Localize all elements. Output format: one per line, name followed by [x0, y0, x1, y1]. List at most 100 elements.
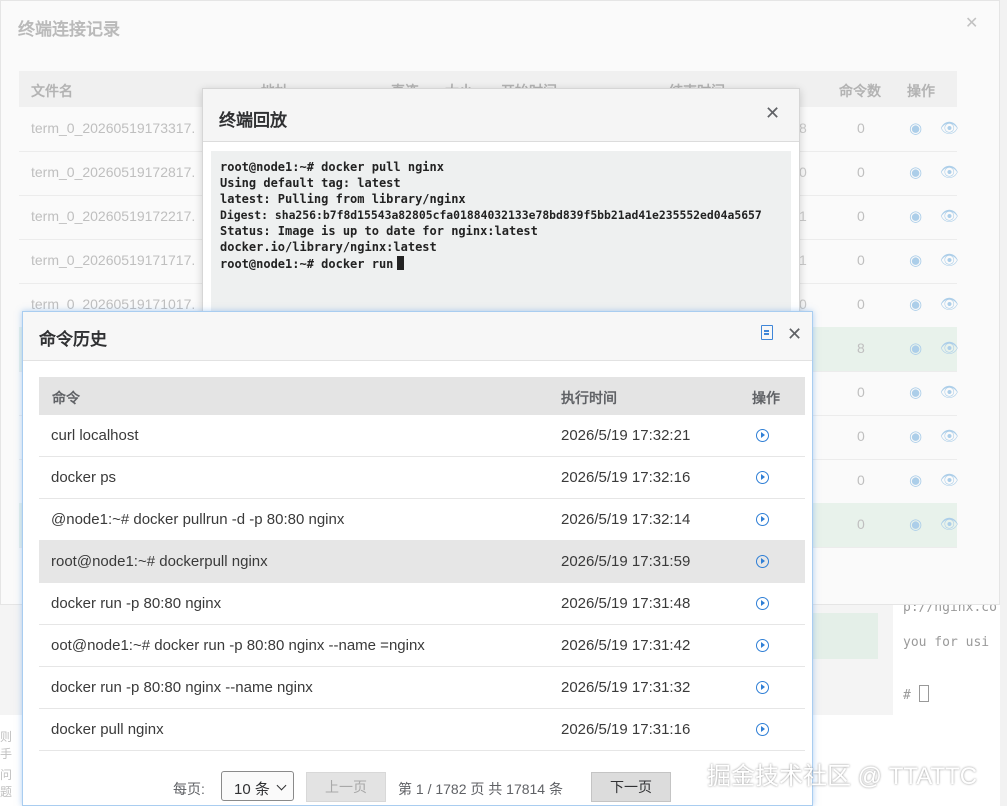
eye-icon[interactable]: 👁	[940, 251, 959, 269]
table-row[interactable]: oot@node1:~# docker run -p 80:80 nginx -…	[39, 625, 805, 667]
execution-time: 2026/5/19 17:31:48	[561, 595, 691, 612]
page-size-select[interactable]: 10 条	[221, 771, 294, 801]
column-header-command-count: 命令数	[839, 83, 881, 99]
document-icon[interactable]	[761, 325, 773, 340]
command-count: 0	[857, 516, 865, 532]
per-page-label: 每页:	[173, 781, 205, 797]
file-name: term_0_20260519172217.	[31, 208, 196, 224]
background-fragment: 则手	[0, 730, 13, 761]
column-header-filename: 文件名	[31, 83, 73, 99]
play-icon[interactable]: ◉	[909, 515, 922, 533]
table-row[interactable]: @node1:~# docker pullrun -d -p 80:80 ngi…	[39, 499, 805, 541]
play-icon[interactable]: ◉	[909, 295, 922, 313]
terminal-line: Using default tag: latest	[220, 176, 401, 190]
execution-time: 2026/5/19 17:32:14	[561, 511, 691, 528]
play-icon[interactable]: ◉	[909, 339, 922, 357]
command-count: 0	[857, 252, 865, 268]
eye-icon[interactable]: 👁	[940, 207, 959, 225]
column-header-actions: 操作	[907, 83, 935, 99]
terminal-line: Status: Image is up to date for nginx:la…	[220, 224, 538, 238]
play-icon[interactable]	[756, 471, 769, 484]
table-row[interactable]: docker pull nginx 2026/5/19 17:31:16	[39, 709, 805, 751]
play-icon[interactable]: ◉	[909, 119, 922, 137]
table-row[interactable]: curl localhost 2026/5/19 17:32:21	[39, 415, 805, 457]
play-icon[interactable]: ◉	[909, 383, 922, 401]
terminal-line: latest: Pulling from library/nginx	[220, 192, 466, 206]
execution-time: 2026/5/19 17:31:32	[561, 679, 691, 696]
cell-value: 0	[799, 164, 807, 180]
command-count: 0	[857, 296, 865, 312]
next-page-button[interactable]: 下一页	[591, 772, 671, 802]
file-name: term_0_20260519173317.	[31, 120, 196, 136]
eye-icon[interactable]: 👁	[940, 119, 959, 137]
command-text: docker pull nginx	[51, 721, 164, 738]
play-icon[interactable]	[756, 723, 769, 736]
play-icon[interactable]	[756, 681, 769, 694]
play-icon[interactable]	[756, 429, 769, 442]
page-size-value: 10 条	[234, 781, 270, 798]
eye-icon[interactable]: 👁	[940, 339, 959, 357]
eye-icon[interactable]: 👁	[940, 427, 959, 445]
execution-time: 2026/5/19 17:31:59	[561, 553, 691, 570]
background-terminal: p://nginx.co you for usi #	[893, 590, 1007, 720]
table-row[interactable]: docker ps 2026/5/19 17:32:16	[39, 457, 805, 499]
command-text: docker run -p 80:80 nginx	[51, 595, 222, 612]
eye-icon[interactable]: 👁	[940, 515, 959, 533]
table-row[interactable]: docker run -p 80:80 nginx --name nginx 2…	[39, 667, 805, 709]
terminal-prompt-line: root@node1:~# docker run	[220, 256, 405, 271]
eye-icon[interactable]: 👁	[940, 295, 959, 313]
terminal-line: root@node1:~# docker pull nginx	[220, 160, 444, 174]
play-icon[interactable]: ◉	[909, 427, 922, 445]
play-icon[interactable]: ◉	[909, 471, 922, 489]
chevron-down-icon	[276, 780, 287, 791]
play-icon[interactable]	[756, 555, 769, 568]
close-icon[interactable]: ✕	[787, 324, 802, 345]
play-icon[interactable]: ◉	[909, 207, 922, 225]
background-fragment: 问题	[0, 768, 13, 799]
cell-value: 1	[799, 208, 807, 224]
execution-time: 2026/5/19 17:31:16	[561, 721, 691, 738]
eye-icon[interactable]: 👁	[940, 383, 959, 401]
background-terminal-line: you for usi	[903, 635, 990, 650]
history-dialog-title: 命令历史	[39, 330, 107, 349]
background-terminal-line: #	[903, 685, 929, 703]
close-icon[interactable]: ✕	[765, 103, 780, 124]
terminal-playback-dialog: 终端回放 ✕ root@node1:~# docker pull nginx U…	[202, 88, 800, 329]
play-icon[interactable]: ◉	[909, 251, 922, 269]
cell-value: 0	[799, 296, 807, 312]
play-icon[interactable]	[756, 597, 769, 610]
file-name: term_0_20260519172817.	[31, 164, 196, 180]
command-text: docker run -p 80:80 nginx --name nginx	[51, 679, 313, 696]
file-name: term_0_20260519171017.	[31, 296, 196, 312]
terminal-cursor	[397, 256, 405, 270]
playback-dialog-header: 终端回放 ✕	[203, 89, 799, 142]
table-row[interactable]: docker run -p 80:80 nginx 2026/5/19 17:3…	[39, 583, 805, 625]
previous-page-button[interactable]: 上一页	[306, 772, 386, 802]
command-count: 0	[857, 428, 865, 444]
command-count: 0	[857, 164, 865, 180]
command-text: @node1:~# docker pullrun -d -p 80:80 ngi…	[51, 511, 345, 528]
terminal-screen[interactable]: root@node1:~# docker pull nginx Using de…	[211, 151, 791, 329]
eye-icon[interactable]: 👁	[940, 163, 959, 181]
command-text: oot@node1:~# docker run -p 80:80 nginx -…	[51, 637, 425, 654]
playback-dialog-title: 终端回放	[219, 111, 287, 130]
page-info: 第 1 / 1782 页 共 17814 条	[398, 781, 563, 797]
watermark: 掘金技术社区 @ TTATTC	[707, 763, 978, 790]
command-text: curl localhost	[51, 427, 139, 444]
terminal-line: Digest: sha256:b7f8d15543a82805cfa018840…	[220, 208, 762, 222]
file-name: term_0_20260519171717.	[31, 252, 196, 268]
play-icon[interactable]	[756, 639, 769, 652]
table-row-selected[interactable]: root@node1:~# dockerpull nginx 2026/5/19…	[39, 541, 805, 583]
command-count: 8	[857, 340, 865, 356]
column-header-action: 操作	[752, 390, 780, 406]
execution-time: 2026/5/19 17:32:16	[561, 469, 691, 486]
command-text: root@node1:~# dockerpull nginx	[51, 553, 268, 570]
play-icon[interactable]	[756, 513, 769, 526]
eye-icon[interactable]: 👁	[940, 471, 959, 489]
connection-dialog-title: 终端连接记录	[18, 20, 120, 39]
command-text: docker ps	[51, 469, 117, 486]
close-icon[interactable]: ✕	[965, 13, 978, 33]
history-table-header: 命令 执行时间 操作	[39, 377, 805, 415]
play-icon[interactable]: ◉	[909, 163, 922, 181]
command-count: 0	[857, 208, 865, 224]
